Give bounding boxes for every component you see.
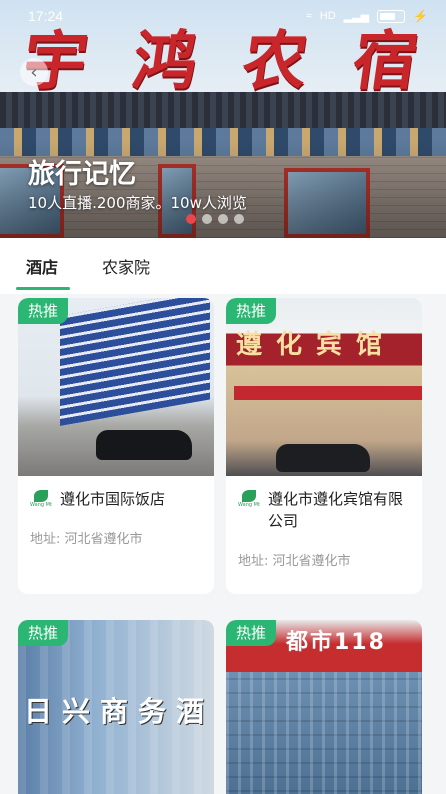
listing-card[interactable]: 热推 Wang Mt 遵化市国际饭店 地址: 河北省遵化市 — [18, 298, 214, 594]
photo-sign-text: 日兴商务酒 — [24, 695, 214, 728]
brand-logo-icon: Wang Mt — [238, 490, 260, 510]
hot-badge: 热推 — [226, 298, 277, 324]
signal-icon: ▂▃▅ — [343, 10, 370, 23]
listing-name: 遵化市遵化宾馆有限公司 — [268, 490, 404, 530]
hero-title: 旅行记忆 — [28, 159, 136, 190]
listing-photo: 都市118 热推 — [226, 620, 422, 794]
status-bar: 17:24 ≈ HD ▂▃▅ ⚡ — [0, 0, 446, 32]
car-shape — [276, 444, 370, 472]
tab-farmhouse[interactable]: 农家院 — [102, 238, 150, 294]
listing-card[interactable]: 日兴商务酒 热推 — [18, 620, 214, 794]
hot-badge: 热推 — [18, 298, 69, 324]
network-badge: HD — [319, 10, 336, 22]
carousel-dot[interactable] — [234, 214, 244, 224]
listing-card[interactable]: 遵化宾馆 热推 Wang Mt 遵化市遵化宾馆有限公司 地址: 河北省遵化市 — [226, 298, 422, 594]
roof — [0, 92, 446, 132]
status-time: 17:24 — [28, 8, 64, 24]
carousel-dot[interactable] — [218, 214, 228, 224]
listing-address: 地址: 河北省遵化市 — [238, 554, 351, 569]
status-icons: ≈ HD ▂▃▅ ⚡ — [306, 9, 428, 23]
listing-card[interactable]: 都市118 热推 — [226, 620, 422, 794]
listing-photo: 遵化宾馆 热推 — [226, 298, 422, 476]
hot-badge: 热推 — [226, 620, 277, 646]
hot-badge: 热推 — [18, 620, 69, 646]
building-shape — [60, 298, 210, 426]
battery-icon — [377, 9, 406, 23]
listing-name: 遵化市国际饭店 — [60, 490, 166, 508]
charging-icon: ⚡ — [413, 9, 428, 23]
wifi-icon: ≈ — [305, 10, 312, 22]
carousel-dot[interactable] — [186, 214, 196, 224]
listing-photo: 日兴商务酒 热推 — [18, 620, 214, 794]
chevron-left-icon: ‹ — [30, 61, 38, 83]
carousel-dot[interactable] — [202, 214, 212, 224]
carousel-indicator — [186, 214, 244, 224]
car-shape — [96, 430, 192, 460]
banner-shape — [234, 386, 422, 400]
photo-sign-text: 都市118 — [286, 630, 386, 655]
category-tabs: 酒店 农家院 — [0, 238, 446, 294]
listing-photo: 热推 — [18, 298, 214, 476]
photo-sign-text: 遵化宾馆 — [236, 330, 397, 360]
hero-subtitle: 10人直播.200商家。10w人浏览 — [28, 194, 247, 212]
brand-logo-icon: Wang Mt — [30, 490, 52, 510]
listing-address: 地址: 河北省遵化市 — [30, 532, 143, 547]
tab-hotel[interactable]: 酒店 — [15, 238, 71, 294]
back-button[interactable]: ‹ — [20, 58, 48, 86]
